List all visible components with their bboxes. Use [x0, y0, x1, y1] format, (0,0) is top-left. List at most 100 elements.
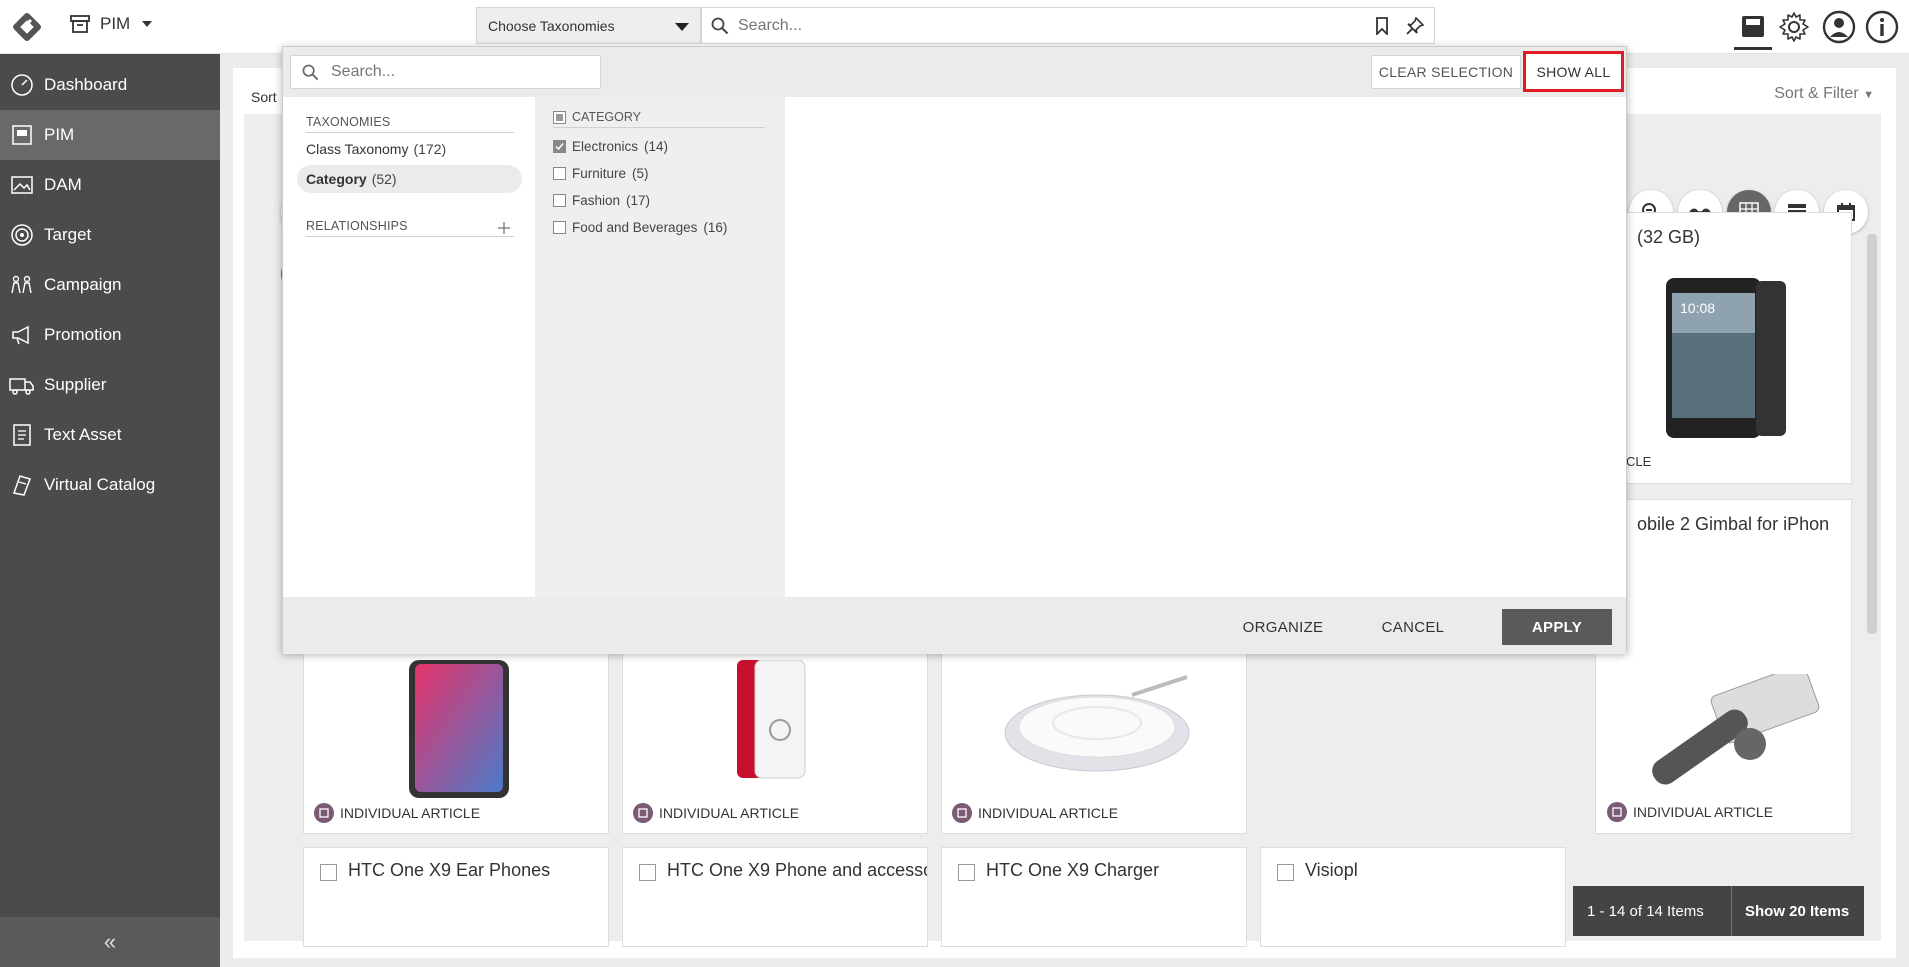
sidebar-item-target[interactable]: Target: [0, 210, 220, 260]
product-card[interactable]: HTC One X9 Phone and accessories: [622, 847, 928, 947]
global-search: [701, 7, 1435, 44]
product-card[interactable]: HTC One X9 Ear Phones: [303, 847, 609, 947]
cancel-button[interactable]: CANCEL: [1363, 609, 1463, 645]
document-icon: [13, 424, 31, 446]
taxonomy-select[interactable]: Choose Taxonomies: [476, 7, 701, 44]
category-item-electronics[interactable]: Electronics (14): [553, 139, 668, 154]
target-icon: [11, 224, 33, 246]
profile-button[interactable]: [1820, 8, 1858, 46]
card-type-label: INDIVIDUAL ARTICLE: [978, 805, 1119, 821]
sidebar-item-text-asset[interactable]: Text Asset: [0, 410, 220, 460]
sidebar-item-label: Supplier: [44, 375, 107, 394]
taxonomies-header: TAXONOMIES: [306, 115, 514, 133]
article-type-icon: [1607, 802, 1627, 822]
taxonomy-popup: CLEAR SELECTION SHOW ALL TAXONOMIES Clas…: [282, 46, 1627, 654]
search-icon: [302, 64, 319, 81]
card-type: INDIVIDUAL ARTICLE: [633, 803, 799, 823]
taxonomy-item-class-taxonomy[interactable]: Class Taxonomy (172): [297, 135, 446, 163]
card-type-label: INDIVIDUAL ARTICLE: [1633, 804, 1774, 820]
category-label: Furniture: [572, 166, 627, 181]
sidebar-collapse-button[interactable]: «: [0, 917, 220, 967]
sidebar-item-label: Virtual Catalog: [44, 475, 156, 494]
sidebar-item-pim[interactable]: PIM: [0, 110, 220, 160]
category-item-food-and-beverages[interactable]: Food and Beverages (16): [553, 220, 727, 235]
card-title: HTC One X9 Charger: [986, 860, 1160, 880]
notifications-button[interactable]: [1734, 4, 1772, 50]
card-type: INDIVIDUAL ARTICLE: [952, 803, 1118, 823]
checkbox[interactable]: [553, 194, 566, 207]
category-header[interactable]: CATEGORY: [553, 110, 765, 128]
bookmark-icon[interactable]: [1374, 17, 1390, 35]
taxonomies-column: TAXONOMIES Class Taxonomy (172) Category(…: [283, 97, 535, 597]
organize-button[interactable]: ORGANIZE: [1223, 609, 1343, 645]
checkbox[interactable]: [553, 167, 566, 180]
apply-button[interactable]: APPLY: [1502, 609, 1612, 645]
chevron-down-icon: [142, 21, 153, 27]
pagination-info: 1 - 14 of 14 Items: [1587, 902, 1704, 920]
sidebar-item-promotion[interactable]: Promotion: [0, 310, 220, 360]
card-title: obile 2 Gimbal for iPhon: [1637, 514, 1830, 534]
card-title: (32 GB): [1637, 227, 1701, 247]
sort-label[interactable]: Sort: [251, 89, 277, 105]
category-count: (14): [644, 139, 669, 154]
pin-icon[interactable]: [1406, 17, 1424, 35]
show-all-button[interactable]: SHOW ALL: [1523, 51, 1624, 92]
app-logo-icon[interactable]: [4, 4, 50, 50]
card-checkbox[interactable]: [1277, 864, 1294, 881]
taxonomy-label: Category: [306, 171, 367, 187]
popup-footer: ORGANIZE CANCEL APPLY: [283, 597, 1626, 654]
card-checkbox[interactable]: [639, 864, 656, 881]
archive-icon: [70, 15, 90, 33]
info-button[interactable]: [1863, 8, 1901, 46]
taxonomy-count: (172): [413, 141, 447, 157]
search-input[interactable]: [738, 8, 1338, 43]
category-count: (5): [632, 166, 649, 181]
card-title: HTC One X9 Ear Phones: [348, 860, 551, 880]
sidebar-item-dam[interactable]: DAM: [0, 160, 220, 210]
sidebar-item-virtual-catalog[interactable]: Virtual Catalog: [0, 460, 220, 510]
checkbox[interactable]: [553, 221, 566, 234]
card-checkbox[interactable]: [320, 864, 337, 881]
add-relationship-icon[interactable]: [497, 221, 511, 235]
sidebar-item-label: Campaign: [44, 275, 122, 294]
sidebar-item-label: PIM: [44, 125, 75, 144]
card-type: INDIVIDUAL ARTICLE: [314, 803, 480, 823]
card-title: Visiopl: [1305, 860, 1358, 880]
show-items-button[interactable]: Show 20 Items: [1731, 886, 1849, 936]
sidebar-item-campaign[interactable]: Campaign: [0, 260, 220, 310]
select-all-checkbox[interactable]: [553, 110, 566, 124]
sidebar: Dashboard PIM DAM Target Campaign Promot…: [0, 54, 220, 967]
card-type-label: INDIVIDUAL ARTICLE: [340, 805, 481, 821]
category-item-fashion[interactable]: Fashion (17): [553, 193, 650, 208]
product-card[interactable]: HTC One X9 Charger: [941, 847, 1247, 947]
gear-icon: [1779, 12, 1809, 42]
card-type: CLE: [1626, 454, 1652, 469]
popup-header: CLEAR SELECTION SHOW ALL: [283, 47, 1626, 97]
pagination-bar: 1 - 14 of 14 Items Show 20 Items: [1573, 886, 1864, 936]
caret-down-icon: ▼: [1863, 89, 1874, 101]
sidebar-item-label: DAM: [44, 175, 82, 194]
card-checkbox[interactable]: [958, 864, 975, 881]
product-card[interactable]: (32 GB) 10:08 CLE: [1595, 212, 1852, 484]
sidebar-item-label: Target: [44, 225, 92, 244]
clear-selection-button[interactable]: CLEAR SELECTION: [1371, 55, 1521, 89]
iphone-x-image: [409, 660, 509, 798]
category-column: CATEGORY Electronics (14) Furniture (5) Fa…: [535, 97, 785, 597]
checkbox-checked[interactable]: [553, 140, 566, 153]
product-card[interactable]: Visiopl: [1260, 847, 1566, 947]
taxonomy-item-category[interactable]: Category (52): [297, 165, 522, 193]
sidebar-item-dashboard[interactable]: Dashboard: [0, 60, 220, 110]
sort-filter-button[interactable]: Sort & Filter ▼: [1774, 85, 1874, 103]
sidebar-item-supplier[interactable]: Supplier: [0, 360, 220, 410]
popup-search-input[interactable]: [331, 56, 591, 88]
settings-button[interactable]: [1775, 8, 1813, 46]
category-item-furniture[interactable]: Furniture (5): [553, 166, 649, 181]
app-switcher[interactable]: PIM: [70, 14, 153, 34]
relationships-label: RELATIONSHIPS: [306, 219, 408, 233]
image-icon: [11, 176, 33, 194]
popup-search: [290, 55, 601, 89]
card-type: INDIVIDUAL ARTICLE: [1607, 802, 1773, 822]
gimbal-image: [1652, 674, 1820, 785]
scrollbar[interactable]: [1867, 234, 1877, 634]
article-type-icon: [633, 803, 653, 823]
